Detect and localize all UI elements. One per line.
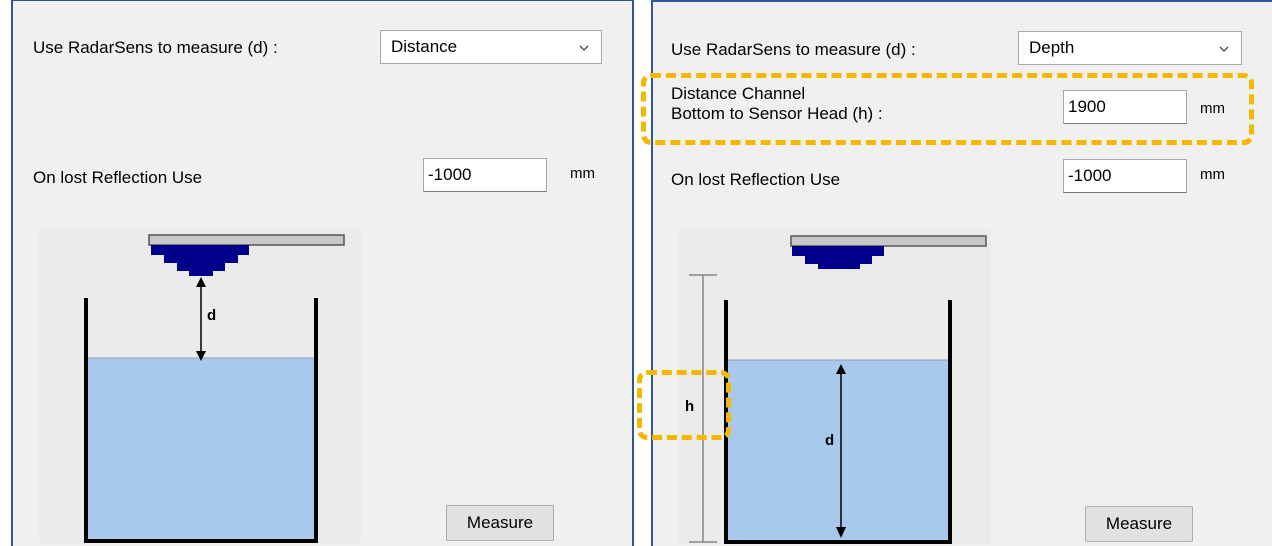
lost-reflection-unit: mm bbox=[570, 165, 595, 182]
lost-reflection-label: On lost Reflection Use bbox=[33, 168, 203, 187]
diagram-d-label: d bbox=[207, 307, 216, 324]
measure-mode-value: Depth bbox=[1029, 38, 1075, 57]
diagram-d-label: d bbox=[825, 432, 834, 449]
distance-diagram: d bbox=[39, 228, 361, 543]
measure-mode-label: Use RadarSens to measure (d) : bbox=[671, 40, 916, 59]
measure-mode-value: Distance bbox=[391, 37, 458, 56]
sensor-mount bbox=[790, 235, 987, 247]
measure-button[interactable]: Measure bbox=[446, 505, 554, 541]
h-label-highlight bbox=[637, 370, 731, 440]
chevron-down-icon bbox=[579, 45, 589, 51]
liquid bbox=[86, 358, 316, 541]
sensor-mount bbox=[148, 234, 345, 246]
lost-reflection-unit: mm bbox=[1200, 166, 1225, 183]
measure-mode-label: Use RadarSens to measure (d) : bbox=[33, 38, 278, 57]
lost-reflection-input[interactable]: -1000 bbox=[1063, 159, 1187, 193]
lost-reflection-label: On lost Reflection Use bbox=[671, 170, 841, 189]
left-settings-panel: Use RadarSens to measure (d) : Distance … bbox=[11, 0, 634, 546]
measure-mode-select[interactable]: Distance bbox=[380, 30, 602, 64]
measure-button[interactable]: Measure bbox=[1085, 506, 1193, 542]
lost-reflection-input[interactable]: -1000 bbox=[423, 158, 547, 192]
measure-mode-select[interactable]: Depth bbox=[1018, 31, 1242, 65]
liquid bbox=[726, 360, 950, 542]
distance-channel-highlight bbox=[641, 73, 1254, 145]
chevron-down-icon bbox=[1219, 46, 1229, 52]
